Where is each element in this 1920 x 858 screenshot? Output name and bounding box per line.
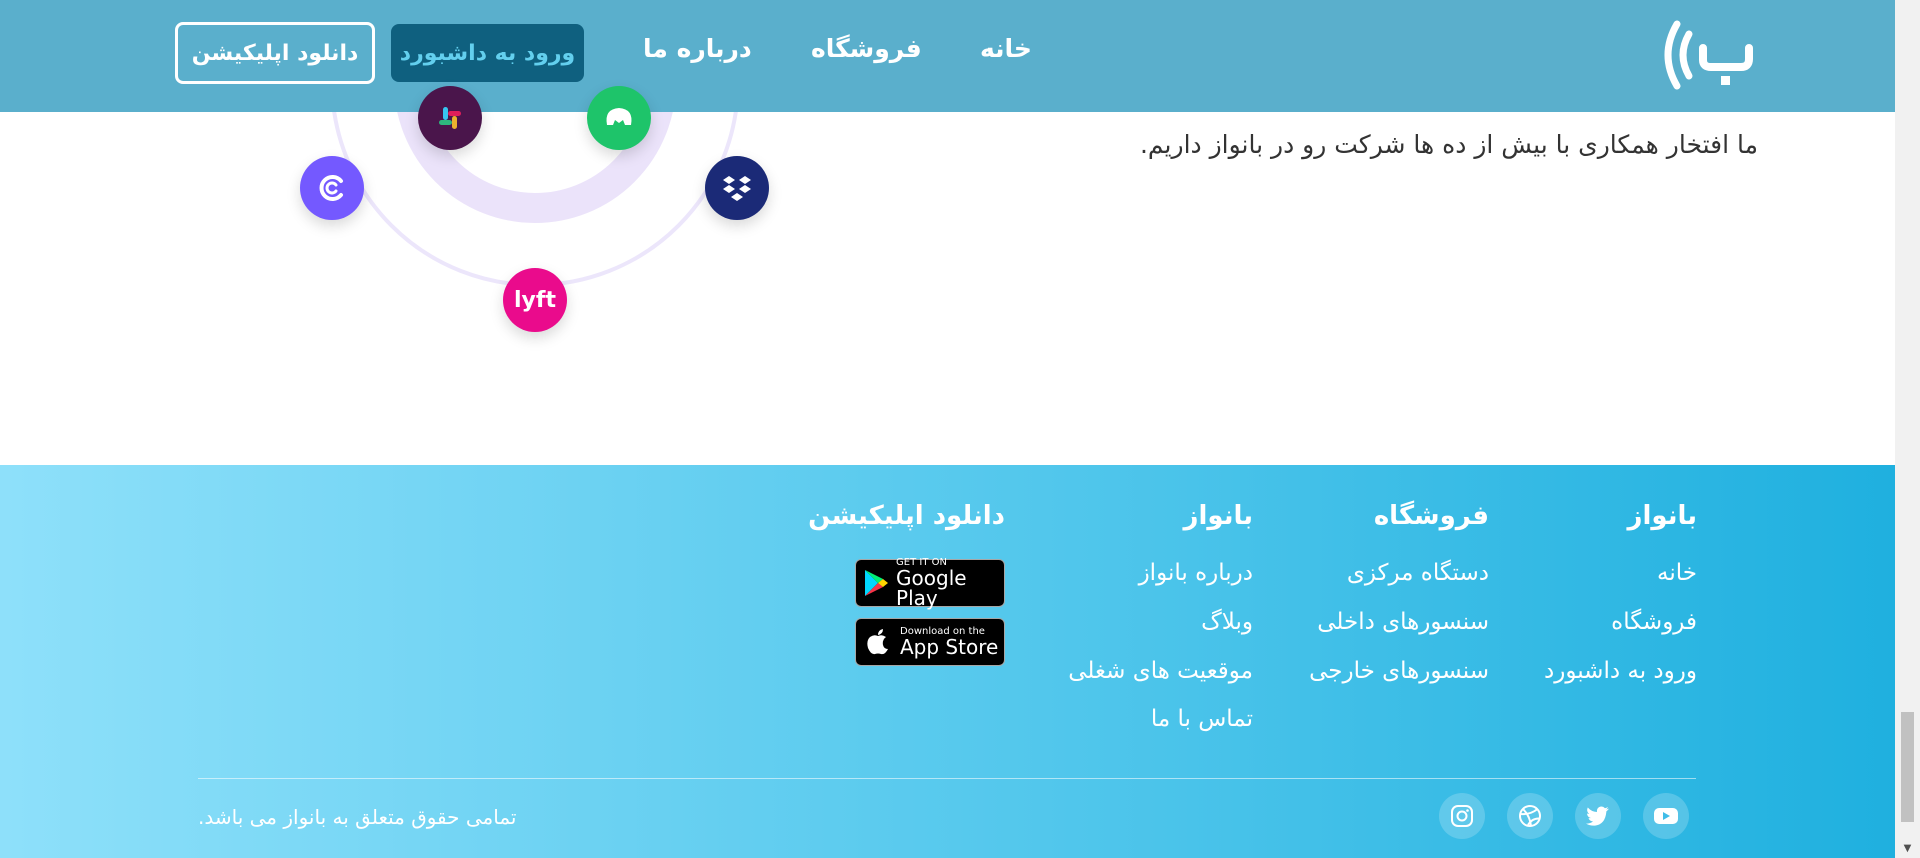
dashboard-login-button[interactable]: ورود به داشبورد (391, 24, 584, 82)
download-app-button[interactable]: دانلود اپلیکیشن (175, 22, 375, 84)
footer-col-title: فروشگاه (1373, 501, 1489, 531)
twitter-icon[interactable] (1575, 793, 1621, 839)
apple-icon (856, 628, 900, 656)
nav-about[interactable]: درباره ما (643, 34, 752, 63)
logo-icon[interactable] (1655, 10, 1755, 100)
footer-link-careers[interactable]: موقعیت های شغلی (1068, 658, 1253, 684)
messenger-logo-icon (587, 86, 651, 150)
footer-col-title: بانواز (1627, 501, 1697, 531)
nav-shop[interactable]: فروشگاه (811, 34, 922, 63)
footer-link-home[interactable]: خانه (1657, 560, 1697, 586)
scrollbar-thumb[interactable] (1901, 712, 1914, 822)
nav-home[interactable]: خانه (980, 34, 1032, 63)
app-store-badge[interactable]: Download on the App Store (855, 618, 1005, 666)
footer-link-blog[interactable]: وبلاگ (1201, 609, 1253, 635)
slack-logo-icon (418, 86, 482, 150)
footer-link-dashboard[interactable]: ورود به داشبورد (1544, 658, 1697, 684)
instagram-icon[interactable] (1439, 793, 1485, 839)
footer-divider (198, 778, 1696, 779)
dropbox-logo-icon (705, 156, 769, 220)
partners-text: ما افتخار همکاری با بیش از ده ها شرکت رو… (1139, 130, 1758, 159)
copyright-text: تمامی حقوق متعلق به بانواز می باشد. (198, 805, 517, 829)
lyft-logo-icon: lyft (503, 268, 567, 332)
youtube-icon[interactable] (1643, 793, 1689, 839)
footer-col-title: بانواز (1183, 501, 1253, 531)
cachet-logo-icon (300, 156, 364, 220)
page-scrollbar[interactable]: ▼ (1895, 0, 1920, 858)
google-play-badge[interactable]: GET IT ON Google Play (855, 558, 1005, 610)
footer-link-shop[interactable]: فروشگاه (1611, 609, 1697, 635)
dribbble-icon[interactable] (1507, 793, 1553, 839)
scroll-down-arrow-icon[interactable]: ▼ (1901, 842, 1914, 854)
site-footer: بانواز خانه فروشگاه ورود به داشبورد فروش… (0, 465, 1895, 858)
footer-link-contact[interactable]: تماس با ما (1151, 706, 1253, 732)
app-store-big-text: App Store (900, 635, 999, 659)
footer-link-central-device[interactable]: دستگاه مرکزی (1347, 560, 1489, 586)
google-play-big-text: Google Play (896, 566, 967, 610)
site-header: خانه فروشگاه درباره ما ورود به داشبورد د… (0, 0, 1895, 112)
footer-link-indoor-sensors[interactable]: سنسورهای داخلی (1317, 609, 1489, 635)
footer-link-outdoor-sensors[interactable]: سنسورهای خارجی (1309, 658, 1489, 684)
google-play-icon (856, 569, 896, 597)
footer-col-title: دانلود اپلیکیشن (808, 501, 1005, 531)
footer-link-about[interactable]: درباره بانواز (1139, 560, 1253, 586)
